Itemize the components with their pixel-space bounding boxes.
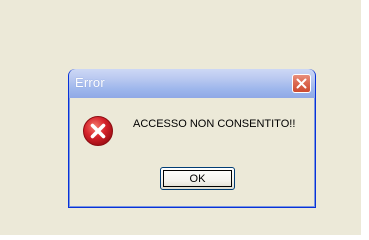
desktop-background: Error ACCESSO NON CONSENTITO!! OK bbox=[0, 0, 361, 235]
ok-button-label: OK bbox=[163, 170, 232, 187]
dialog-body: ACCESSO NON CONSENTITO!! OK bbox=[72, 98, 312, 204]
close-icon bbox=[296, 78, 307, 89]
dialog-titlebar[interactable]: Error bbox=[69, 69, 315, 98]
dialog-title: Error bbox=[75, 75, 105, 90]
error-icon bbox=[83, 116, 113, 146]
ok-button[interactable]: OK bbox=[160, 167, 235, 190]
error-message: ACCESSO NON CONSENTITO!! bbox=[133, 118, 296, 130]
error-dialog: Error ACCESSO NON CONSENTITO!! OK bbox=[68, 69, 316, 208]
close-button[interactable] bbox=[292, 74, 311, 93]
